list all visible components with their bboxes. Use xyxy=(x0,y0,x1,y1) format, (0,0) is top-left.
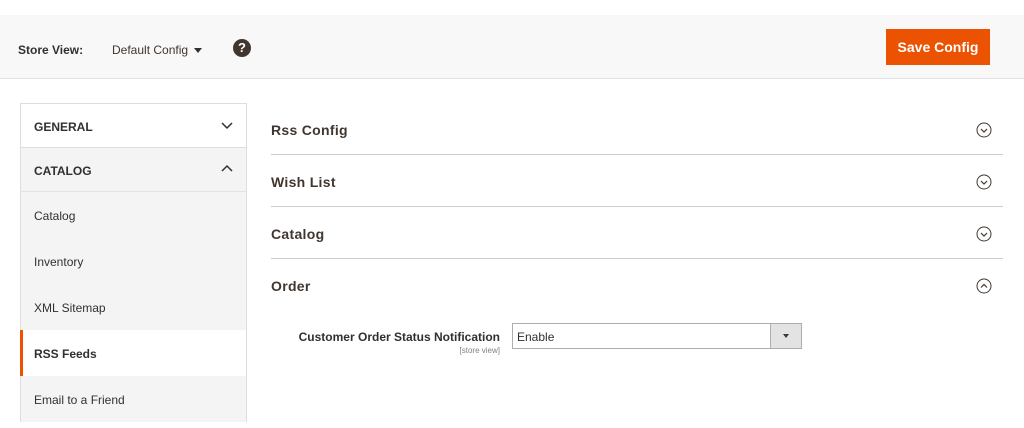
config-sidebar: GENERAL CATALOG Catalog Inventory XML Si… xyxy=(20,103,247,422)
field-scope-label: [store view] xyxy=(459,346,500,355)
section-title: Wish List xyxy=(271,174,336,190)
sidebar-group-label: CATALOG xyxy=(34,164,92,178)
sidebar-item-label: Inventory xyxy=(34,255,84,269)
section-catalog[interactable]: Catalog xyxy=(271,207,1003,259)
page-actions-bar: Store View: Default Config ? Save Config xyxy=(0,15,1024,79)
store-view-switcher[interactable]: Default Config xyxy=(112,43,203,57)
select-value: Enable xyxy=(517,330,555,344)
circle-chevron-down-icon xyxy=(976,122,992,138)
circle-chevron-down-icon xyxy=(976,226,992,242)
sidebar-item-xml-sitemap[interactable]: XML Sitemap xyxy=(21,284,246,330)
sidebar-catalog-items: Catalog Inventory XML Sitemap RSS Feeds … xyxy=(20,191,247,422)
chevron-down-icon xyxy=(221,122,233,130)
sidebar-item-email-to-a-friend[interactable]: Email to a Friend xyxy=(21,376,246,422)
select-arrow-box xyxy=(770,324,801,348)
section-title: Order xyxy=(271,278,311,294)
save-config-button[interactable]: Save Config xyxy=(886,29,990,65)
section-wish-list[interactable]: Wish List xyxy=(271,155,1003,207)
sidebar-item-label: XML Sitemap xyxy=(34,301,106,315)
field-label-text: Customer Order Status Notification xyxy=(298,330,500,344)
store-view-value: Default Config xyxy=(112,43,189,57)
section-title: Rss Config xyxy=(271,122,348,138)
sidebar-item-inventory[interactable]: Inventory xyxy=(21,238,246,284)
sidebar-item-label: RSS Feeds xyxy=(34,347,97,361)
field-label: Customer Order Status Notification [stor… xyxy=(299,330,500,355)
circle-chevron-down-icon xyxy=(976,174,992,190)
sidebar-item-label: Email to a Friend xyxy=(34,393,125,407)
section-order[interactable]: Order xyxy=(271,259,1003,310)
store-view-label: Store View: xyxy=(18,43,84,57)
sidebar-item-catalog[interactable]: Catalog xyxy=(21,192,246,238)
circle-chevron-up-icon xyxy=(976,278,992,294)
caret-down-icon xyxy=(194,48,203,54)
config-main: Rss Config Wish List Catalog Order xyxy=(271,103,1003,310)
sidebar-item-rss-feeds[interactable]: RSS Feeds xyxy=(20,330,246,376)
order-status-notification-select[interactable]: Enable xyxy=(512,323,802,349)
section-rss-config[interactable]: Rss Config xyxy=(271,103,1003,155)
caret-down-icon xyxy=(783,334,789,338)
sidebar-item-label: Catalog xyxy=(34,209,76,223)
order-status-notification-row: Customer Order Status Notification [stor… xyxy=(271,323,1003,363)
chevron-up-icon xyxy=(221,164,233,172)
question-circle-icon[interactable]: ? xyxy=(233,39,251,57)
sidebar-group-label: GENERAL xyxy=(34,120,93,134)
sidebar-group-catalog[interactable]: CATALOG xyxy=(20,147,247,191)
sidebar-group-general[interactable]: GENERAL xyxy=(20,103,247,147)
section-title: Catalog xyxy=(271,226,325,242)
